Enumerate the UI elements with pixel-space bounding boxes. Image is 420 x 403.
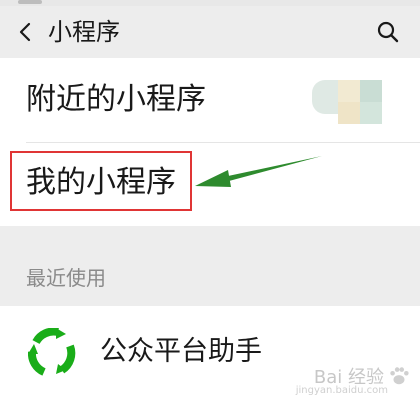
watermark: Bai 经验 jingyan.baidu.com <box>296 363 410 396</box>
recent-section-label: 最近使用 <box>26 266 106 290</box>
wechat-platform-assistant-icon <box>28 328 76 376</box>
recent-app-label: 公众平台助手 <box>100 336 262 367</box>
paw-icon <box>390 367 409 385</box>
watermark-url: jingyan.baidu.com <box>295 385 388 396</box>
